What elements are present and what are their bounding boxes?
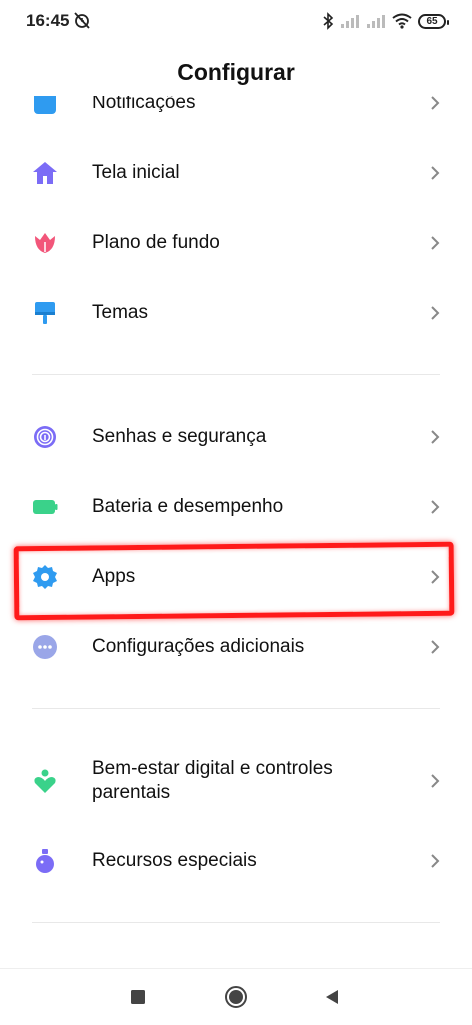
settings-item-senhas-seguranca[interactable]: Senhas e segurança — [0, 402, 472, 472]
settings-item-label: Temas — [92, 302, 148, 323]
chevron-right-icon — [431, 854, 440, 868]
chevron-right-icon — [431, 236, 440, 250]
chevron-right-icon — [431, 500, 440, 514]
status-bar: 16:45 65 — [0, 0, 472, 44]
settings-item-configuracoes-adicionais[interactable]: Configurações adicionais — [0, 612, 472, 682]
settings-item-label: Bateria e desempenho — [92, 496, 284, 517]
wellbeing-icon — [34, 769, 56, 793]
alarm-off-icon — [74, 12, 90, 29]
section-divider — [32, 708, 440, 709]
settings-item-label: Senhas e segurança — [92, 426, 267, 447]
settings-item-bem-estar-digital[interactable]: Bem-estar digital e controles parentais — [0, 746, 472, 816]
tulip-icon — [35, 233, 55, 253]
settings-item-label: Plano de fundo — [92, 232, 220, 253]
battery-level: 65 — [426, 15, 438, 27]
settings-item-label: Recursos especiais — [92, 850, 257, 871]
section-divider — [32, 922, 440, 923]
chevron-right-icon — [431, 430, 440, 444]
settings-item-apps[interactable]: Apps — [0, 542, 472, 612]
chevron-right-icon — [431, 640, 440, 654]
flask-icon — [36, 849, 54, 873]
settings-list[interactable]: Notificações Tela inicial Plano de fundo — [0, 96, 472, 968]
settings-item-bateria-desempenho[interactable]: Bateria e desempenho — [0, 472, 472, 542]
settings-item-recursos-especiais[interactable]: Recursos especiais — [0, 826, 472, 896]
gear-icon — [33, 565, 57, 589]
signal-icon — [367, 15, 385, 28]
brush-icon — [35, 302, 55, 324]
battery-icon — [33, 500, 58, 514]
chevron-right-icon — [431, 570, 440, 584]
battery-icon: 65 — [418, 13, 449, 29]
settings-item-plano-de-fundo[interactable]: Plano de fundo — [0, 208, 472, 278]
notifications-icon — [34, 96, 56, 114]
chevron-right-icon — [431, 96, 440, 110]
home-button-icon[interactable] — [222, 983, 250, 1011]
back-icon[interactable] — [318, 983, 346, 1011]
settings-item-label: Tela inicial — [92, 162, 180, 183]
page-title: Configurar — [177, 59, 295, 85]
signal-icon — [341, 15, 359, 28]
settings-item-label: Configurações adicionais — [92, 636, 305, 657]
settings-item-label: Apps — [92, 566, 136, 587]
section-divider — [32, 374, 440, 375]
recents-icon[interactable] — [124, 983, 152, 1011]
settings-item-label: Bem-estar digital e controles parentais — [92, 758, 333, 803]
settings-item-tela-inicial[interactable]: Tela inicial — [0, 138, 472, 208]
chevron-right-icon — [431, 166, 440, 180]
chevron-right-icon — [431, 306, 440, 320]
wifi-icon — [392, 13, 412, 29]
chevron-right-icon — [431, 774, 440, 788]
home-icon — [33, 162, 57, 184]
settings-item-label: Notificações — [92, 96, 196, 113]
settings-item-temas[interactable]: Temas — [0, 278, 472, 348]
more-icon — [33, 635, 57, 659]
status-icons: 65 — [322, 10, 449, 32]
settings-item-notificacoes[interactable]: Notificações — [0, 96, 472, 138]
bluetooth-icon — [323, 12, 334, 30]
navigation-bar — [0, 968, 472, 1025]
status-time: 16:45 — [26, 11, 70, 30]
fingerprint-icon — [34, 426, 56, 448]
